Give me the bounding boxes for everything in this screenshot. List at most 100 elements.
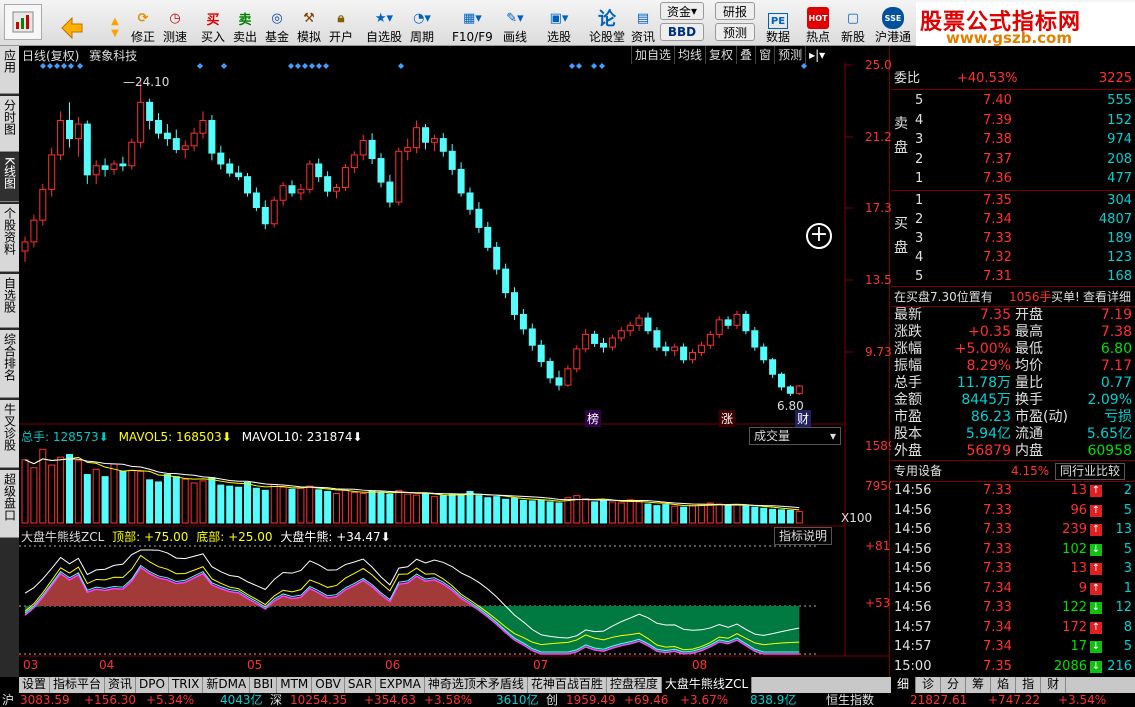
clock-icon: ◷: [169, 10, 181, 26]
month-label: 03: [23, 658, 39, 672]
price: 7.31: [983, 269, 1012, 284]
big-order-notice[interactable]: 在买盘7.30位置有 1056手 买单! 查看详细: [891, 288, 1135, 306]
yanbao-pill[interactable]: 研报: [715, 2, 755, 20]
tag-bang[interactable]: 榜: [585, 410, 602, 427]
volume-bar: [706, 502, 714, 524]
indicator-tab[interactable]: DPO: [136, 677, 169, 693]
toolbar-btn-draw[interactable]: ✎▾ 画线: [503, 2, 527, 45]
toolbar-btn-period[interactable]: ◔▾ 周期: [410, 2, 434, 45]
candle: [733, 310, 741, 329]
toolbar-btn-hot[interactable]: HOT 热点: [806, 2, 830, 44]
volume-bar: [546, 501, 554, 524]
volume-bar: [742, 505, 750, 524]
tag-zhang[interactable]: 涨: [719, 410, 736, 427]
stat-row: 市盈 86.23 市盈(动) 亏损: [891, 409, 1135, 426]
kline-chart[interactable]: [19, 46, 890, 677]
toolbar-btn-f10[interactable]: ▦▾ F10/F9: [452, 2, 493, 45]
month-label: 06: [385, 658, 401, 672]
pencil-icon: ✎▾: [506, 10, 524, 26]
indicator-tab[interactable]: TRIX: [169, 677, 204, 693]
toolbar-btn-hk-connect[interactable]: SSE 沪港通: [875, 2, 911, 44]
indicator-tab[interactable]: MTM: [277, 677, 313, 693]
signal-diamond: [61, 63, 67, 69]
right-tab[interactable]: 焰: [991, 677, 1017, 693]
right-tab[interactable]: 诊: [916, 677, 942, 693]
indicator-tab[interactable]: 神奇选顶术矛盾线: [425, 677, 528, 693]
volume-bar: [333, 493, 340, 524]
indicator-tab[interactable]: 新DMA: [203, 677, 251, 693]
vtab-apps[interactable]: 应用: [0, 46, 19, 94]
indicator-tab[interactable]: 设置: [19, 677, 51, 693]
vtab-watchlist[interactable]: 自选股: [0, 274, 19, 328]
indicator-tab[interactable]: 控盘程度: [607, 677, 662, 693]
toolbar-btn-simulate[interactable]: ⚒ 模拟: [297, 2, 321, 45]
indicator-tab[interactable]: EXPMA: [376, 677, 425, 693]
vtab-super-board[interactable]: 超级盘口: [0, 470, 19, 538]
volume-bar: [377, 491, 385, 524]
tick-price: 7.33: [983, 600, 1012, 615]
toolbar-btn-cesu[interactable]: ◷ 测速: [163, 2, 187, 45]
fund-icon: ◎: [271, 10, 283, 26]
candle: [484, 221, 492, 251]
toolbar-btn-data[interactable]: PE 数据: [766, 2, 790, 44]
indicator-tab[interactable]: SAR: [345, 677, 377, 693]
view-detail-link[interactable]: 查看详细: [1083, 288, 1131, 306]
right-tab[interactable]: 分: [941, 677, 967, 693]
right-tabs: 细诊分筹焰指财: [891, 677, 1135, 693]
vtab-stock-info[interactable]: 个股资料: [0, 204, 19, 272]
volume-bar: [430, 496, 438, 524]
industry-compare-button[interactable]: 同行业比较: [1055, 463, 1126, 480]
right-tab[interactable]: 指: [1016, 677, 1042, 693]
crosshair-icon[interactable]: +: [806, 223, 832, 249]
toolbar-btn-screener[interactable]: ▣▾ 选股: [547, 2, 571, 45]
toolbar-btn-news[interactable]: ▤ 资讯: [631, 2, 655, 45]
toolbar-btn-xiuzheng[interactable]: ⟳ 修正: [131, 2, 155, 45]
vtab-intraday[interactable]: 分时图: [0, 96, 19, 152]
indicator-help-button[interactable]: 指标说明: [774, 527, 833, 545]
toolbar-btn-open-account[interactable]: 🔒︎ 开户: [329, 2, 353, 45]
indicator-header: 大盘牛熊线ZCL 顶部: +75.00 底部: +25.00 大盘牛熊: +34…: [21, 530, 391, 544]
stat-row: 最新 7.35 开盘 7.19: [891, 307, 1135, 324]
indicator-tab[interactable]: 资讯: [105, 677, 137, 693]
toolbar-btn-buy[interactable]: 买买入: [201, 2, 225, 45]
vtab-kline[interactable]: K线图: [0, 154, 19, 202]
right-tab[interactable]: 财: [1041, 677, 1067, 693]
volume-bar: [83, 474, 91, 524]
indicator-tab[interactable]: 大盘牛熊线ZCL: [661, 677, 753, 693]
back-button[interactable]: [58, 2, 88, 44]
yuce-pill[interactable]: 预测: [715, 23, 755, 41]
vtab-ranking[interactable]: 综合排名: [0, 330, 19, 398]
toolbar-btn-fund[interactable]: ◎ 基金: [265, 2, 289, 45]
zijin-pill[interactable]: 资金 ▾: [660, 2, 704, 20]
toolbar-btn-watchlist[interactable]: ★▾ 自选股: [366, 2, 402, 45]
indicator-tab[interactable]: 指标平台: [50, 677, 106, 693]
bbd-pill[interactable]: BBD: [660, 23, 704, 41]
vtab-diagnosis[interactable]: 牛叉诊股: [0, 400, 19, 468]
qty: 189: [1107, 231, 1132, 246]
app-logo-icon[interactable]: [4, 4, 42, 40]
volume-selector[interactable]: 成交量 ▾: [749, 427, 841, 445]
volume-bar: [359, 493, 367, 524]
tick-qty: 17: [1070, 639, 1087, 654]
volume-bar: [404, 493, 412, 524]
tick-row: 15:00 7.35 2086 ↓ 216: [891, 658, 1135, 676]
candle: [324, 171, 332, 197]
candle: [528, 323, 536, 351]
volume-bar: [172, 476, 180, 524]
right-tab[interactable]: 筹: [966, 677, 992, 693]
up-down-arrows-icon[interactable]: ▲ ▼: [104, 2, 126, 44]
indicator-tab[interactable]: OBV: [312, 677, 345, 693]
signal-diamond: [309, 63, 315, 69]
toolbar-btn-sell[interactable]: 卖卖出: [233, 2, 257, 45]
right-tab[interactable]: 细: [891, 677, 917, 693]
signal-diamond: [599, 63, 605, 69]
indicator-tab[interactable]: 花神百战百胜: [528, 677, 607, 693]
candle: [582, 328, 590, 353]
toolbar-btn-forum[interactable]: 论论股堂: [589, 2, 625, 44]
stat-value: 7.19: [1100, 307, 1132, 323]
tick-count: 3: [1123, 561, 1132, 576]
indicator-tab[interactable]: BBI: [250, 677, 278, 693]
tag-cai[interactable]: 财: [795, 410, 812, 427]
toolbar-btn-ipo[interactable]: ▢ 新股: [841, 2, 865, 45]
volume-bar: [671, 505, 679, 524]
